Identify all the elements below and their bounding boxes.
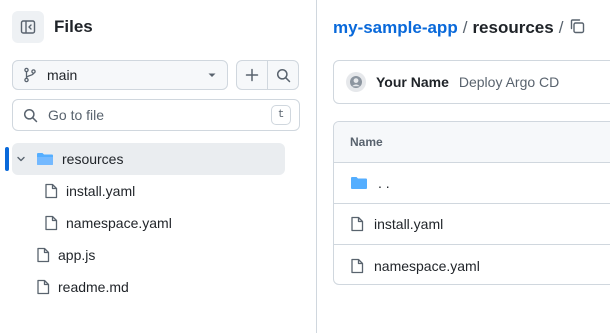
- tree-item-app-js[interactable]: app.js: [36, 239, 95, 271]
- add-file-button[interactable]: [237, 61, 267, 89]
- tree-item-label: install.yaml: [66, 183, 136, 199]
- file-icon: [351, 216, 364, 232]
- table-row-label: install.yaml: [374, 216, 444, 232]
- search-icon: [23, 108, 38, 122]
- file-icon: [37, 247, 50, 263]
- file-actions-group: [236, 60, 299, 90]
- collapse-sidebar-button[interactable]: [12, 11, 44, 43]
- table-row-install-yaml[interactable]: install.yaml: [334, 204, 610, 245]
- breadcrumb-current-dir: resources: [472, 18, 554, 37]
- search-files-button[interactable]: [267, 61, 298, 89]
- file-icon: [37, 279, 50, 295]
- copy-path-button[interactable]: [568, 17, 586, 40]
- commit-author[interactable]: Your Name: [376, 74, 449, 90]
- tree-item-install-yaml[interactable]: install.yaml: [44, 175, 135, 207]
- github-user-icon: [350, 76, 362, 88]
- search-icon: [276, 68, 290, 82]
- file-icon: [45, 183, 58, 199]
- branch-selector[interactable]: main: [12, 60, 228, 90]
- git-branch-icon: [24, 67, 36, 83]
- file-tree-sidebar: Files main Go to file t resources instal…: [0, 0, 317, 333]
- sidebar-collapse-icon: [20, 20, 36, 34]
- caret-down-icon: [208, 73, 216, 77]
- file-browser-main: my-sample-app / resources / Your Name De…: [318, 0, 610, 333]
- commit-message[interactable]: Deploy Argo CD: [459, 74, 559, 90]
- breadcrumb-separator: /: [558, 18, 564, 37]
- file-icon: [351, 258, 364, 273]
- breadcrumb: my-sample-app / resources /: [333, 17, 568, 39]
- tree-item-label: app.js: [58, 247, 96, 263]
- directory-table: Name . . install.yaml namespace.yaml: [333, 121, 610, 285]
- breadcrumb-separator: /: [462, 18, 468, 37]
- keyboard-shortcut-hint: t: [271, 105, 291, 125]
- table-row-namespace-yaml[interactable]: namespace.yaml: [334, 245, 610, 284]
- latest-commit-box: Your Name Deploy Argo CD: [333, 60, 610, 104]
- tree-item-resources[interactable]: resources: [12, 143, 285, 175]
- tree-item-label: namespace.yaml: [66, 215, 172, 231]
- files-header: Files: [12, 10, 93, 44]
- folder-icon: [351, 177, 367, 189]
- table-row-label: . .: [378, 175, 390, 191]
- file-icon: [45, 215, 58, 231]
- tree-item-label: resources: [62, 151, 124, 167]
- selected-indicator: [5, 147, 9, 171]
- files-title: Files: [54, 17, 93, 36]
- table-row-parent-dir[interactable]: . .: [334, 163, 610, 204]
- tree-item-readme-md[interactable]: readme.md: [36, 271, 129, 303]
- table-row-label: namespace.yaml: [374, 257, 480, 274]
- avatar[interactable]: [346, 72, 366, 92]
- tree-item-label: readme.md: [58, 279, 129, 295]
- tree-item-namespace-yaml[interactable]: namespace.yaml: [44, 207, 172, 239]
- folder-open-icon: [37, 153, 53, 165]
- plus-icon: [245, 68, 259, 82]
- go-to-file-field[interactable]: t: [12, 99, 300, 131]
- go-to-file-input[interactable]: [48, 107, 271, 123]
- copy-icon: [570, 19, 585, 34]
- branch-name: main: [47, 67, 78, 83]
- chevron-down-icon: [17, 156, 25, 162]
- table-header-name: Name: [334, 122, 610, 163]
- breadcrumb-repo-link[interactable]: my-sample-app: [333, 18, 458, 38]
